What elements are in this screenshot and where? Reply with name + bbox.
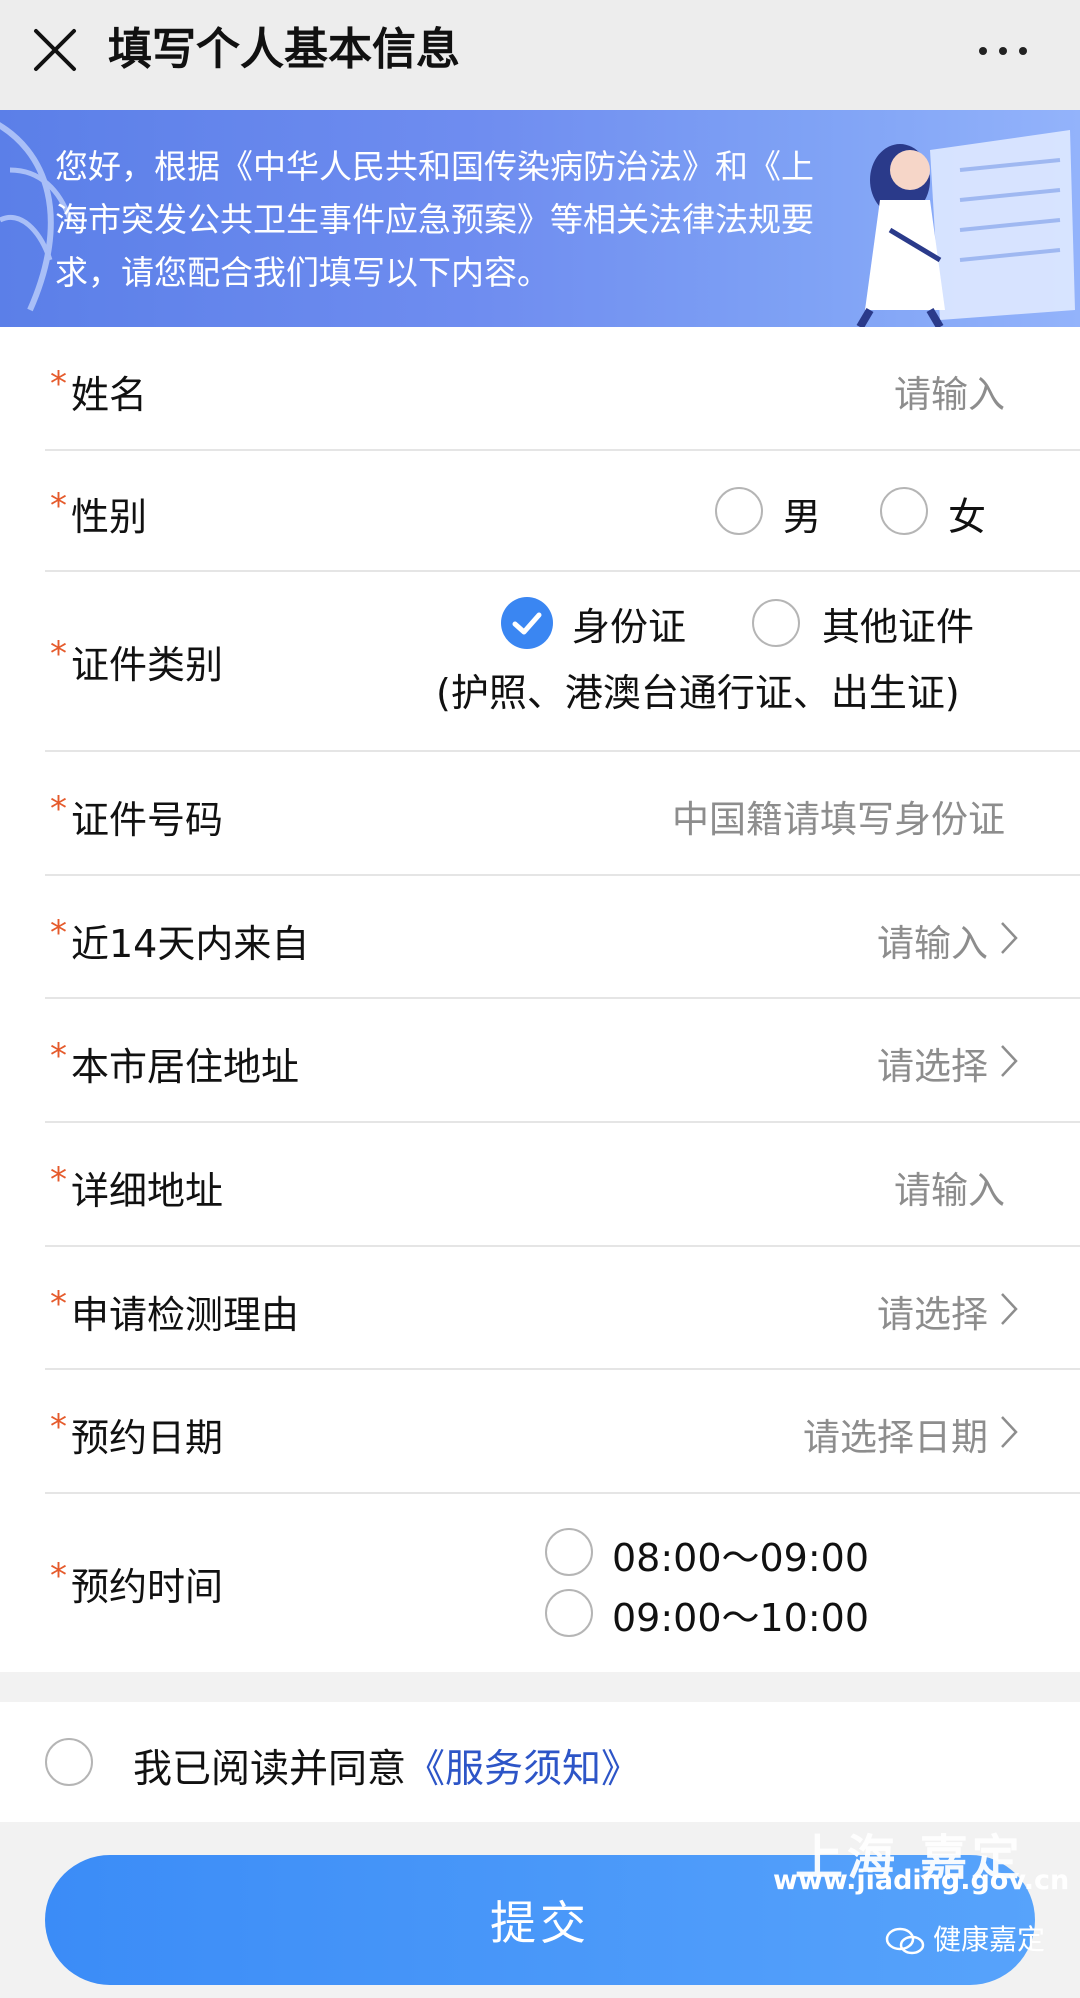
time-label: * 预约时间	[50, 1556, 224, 1609]
name-label: * 姓名	[50, 364, 148, 417]
page-title: 填写个人基本信息	[108, 24, 460, 75]
close-icon[interactable]	[30, 25, 80, 75]
other-id-note: (护照、港澳台通行证、出生证)	[436, 671, 960, 715]
detail-address-row: * 详细地址 请输入	[0, 1123, 1080, 1247]
agreement-checkbox[interactable]	[45, 1738, 93, 1786]
gender-female-radio[interactable]	[880, 487, 928, 535]
time-slot-1-radio[interactable]	[545, 1528, 593, 1576]
date-label: * 预约日期	[50, 1407, 224, 1460]
id-number-row: * 证件号码 中国籍请填写身份证	[0, 752, 1080, 876]
more-options-icon[interactable]	[975, 40, 1035, 60]
address-select[interactable]: 请选择	[877, 1036, 988, 1090]
id-card-radio-checked[interactable]	[501, 597, 553, 649]
from14-row: * 近14天内来自 请输入	[0, 876, 1080, 999]
detail-address-input[interactable]: 请输入	[894, 1160, 1005, 1214]
date-row: * 预约日期 请选择日期	[0, 1370, 1080, 1494]
other-id-label[interactable]: 其他证件	[822, 596, 974, 651]
service-notice-link[interactable]: 《服务须知》	[406, 1747, 640, 1792]
reason-label: * 申请检测理由	[50, 1284, 300, 1337]
gender-male-radio[interactable]	[715, 487, 763, 535]
time-slot-2-label[interactable]: 09:00～10:00	[612, 1587, 869, 1642]
id-number-label: * 证件号码	[50, 789, 224, 842]
address-label: * 本市居住地址	[50, 1036, 300, 1089]
id-number-input[interactable]: 中国籍请填写身份证	[672, 789, 1005, 843]
gender-row: * 性别 男 女	[0, 451, 1080, 572]
banner-text: 您好，根据《中华人民共和国传染病防治法》和《上海市突发公共卫生事件应急预案》等相…	[55, 147, 814, 292]
gender-male-label[interactable]: 男	[783, 486, 821, 541]
chevron-right-icon[interactable]	[998, 920, 1020, 956]
notice-banner: 您好，根据《中华人民共和国传染病防治法》和《上海市突发公共卫生事件应急预案》等相…	[0, 110, 1080, 327]
detail-address-label: * 详细地址	[50, 1160, 224, 1213]
chevron-right-icon[interactable]	[998, 1291, 1020, 1327]
id-type-label: * 证件类别	[50, 634, 224, 687]
date-picker[interactable]: 请选择日期	[803, 1407, 988, 1461]
watermark-account: 健康嘉定	[885, 1918, 1045, 1958]
agreement-text: 我已阅读并同意《服务须知》	[133, 1747, 641, 1792]
wechat-icon	[885, 1927, 925, 1955]
from14-input[interactable]: 请输入	[877, 913, 988, 967]
chevron-right-icon[interactable]	[998, 1414, 1020, 1450]
reason-select[interactable]: 请选择	[877, 1284, 988, 1338]
from14-label: * 近14天内来自	[50, 913, 310, 966]
watermark-url: www.jiading.gov.cn	[773, 1865, 1070, 1896]
section-gap	[0, 1672, 1080, 1702]
time-row: * 预约时间 08:00～09:00 09:00～10:00	[0, 1494, 1080, 1672]
doctor-illustration-icon	[856, 130, 1075, 327]
id-card-label[interactable]: 身份证	[572, 596, 686, 651]
gender-female-label[interactable]: 女	[948, 486, 986, 541]
name-row: * 姓名 请输入	[0, 327, 1080, 451]
checkmark-icon	[512, 612, 542, 635]
top-bar: 填写个人基本信息	[0, 0, 1080, 110]
time-slot-1-label[interactable]: 08:00～09:00	[612, 1527, 869, 1582]
info-form: * 姓名 请输入 * 性别 男 女 * 证件类别 身份证 其他证件 (护照、港澳台通行…	[0, 327, 1080, 1672]
address-row: * 本市居住地址 请选择	[0, 999, 1080, 1123]
reason-row: * 申请检测理由 请选择	[0, 1247, 1080, 1370]
id-type-row: * 证件类别 身份证 其他证件 (护照、港澳台通行证、出生证)	[0, 572, 1080, 752]
time-slot-2-radio[interactable]	[545, 1589, 593, 1637]
agreement-row: 我已阅读并同意《服务须知》	[0, 1702, 1080, 1822]
name-input[interactable]: 请输入	[894, 364, 1005, 418]
chevron-right-icon[interactable]	[998, 1043, 1020, 1079]
gender-label: * 性别	[50, 486, 148, 539]
other-id-radio[interactable]	[752, 599, 800, 647]
